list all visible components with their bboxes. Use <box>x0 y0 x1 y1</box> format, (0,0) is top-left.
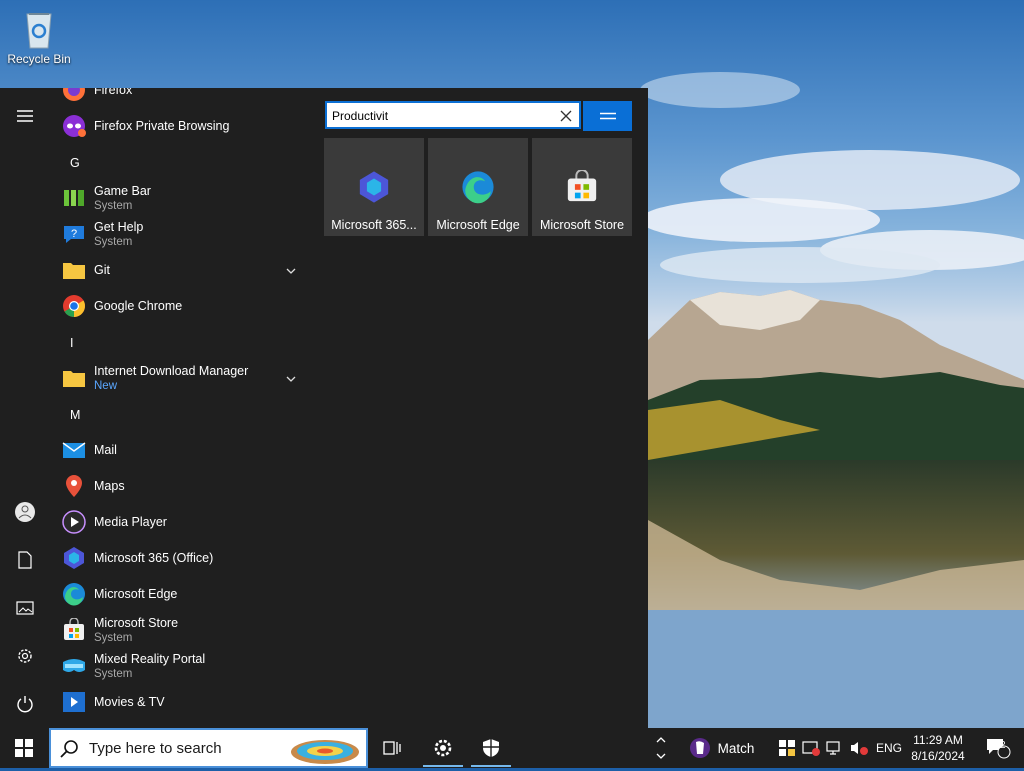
app-movies-tv[interactable]: Movies & TV <box>62 684 302 720</box>
taskbar-search-placeholder: Type here to search <box>89 740 222 757</box>
mail-icon <box>62 438 86 462</box>
map-pin-icon <box>62 474 86 498</box>
network-button[interactable] <box>824 728 846 768</box>
task-view-icon <box>383 741 401 755</box>
hamburger-menu-icon[interactable] <box>13 104 37 128</box>
app-microsoft-store[interactable]: Microsoft Store System <box>62 612 302 648</box>
movies-tv-icon <box>62 690 86 714</box>
tray-app-icon[interactable] <box>776 728 798 768</box>
result-label: Microsoft 365... <box>331 218 417 232</box>
get-help-icon: ? <box>62 222 86 246</box>
tray-defender-icon-button[interactable] <box>800 728 822 768</box>
search-icon <box>59 739 79 764</box>
letter-header-i[interactable]: I <box>70 336 73 350</box>
app-get-help[interactable]: ? Get Help System <box>62 216 302 252</box>
letter-header-g[interactable]: G <box>70 156 80 170</box>
clock-date: 8/16/2024 <box>911 749 965 763</box>
gear-icon <box>434 739 452 757</box>
clock[interactable]: 11:29 AM 8/16/2024 <box>905 732 971 764</box>
letter-header-m[interactable]: M <box>70 408 80 422</box>
clock-time: 11:29 AM <box>913 733 963 747</box>
app-firefox-private[interactable]: Firefox Private Browsing <box>62 108 302 144</box>
recycle-bin-icon <box>19 6 59 50</box>
folder-icon <box>62 366 86 390</box>
result-label: Microsoft Edge <box>436 218 520 232</box>
new-badge: New <box>94 379 118 392</box>
taskbar-settings-button[interactable] <box>420 728 466 768</box>
settings-gear-icon[interactable] <box>13 644 37 668</box>
app-microsoft-365[interactable]: Microsoft 365 (Office) <box>62 540 302 576</box>
result-tile-microsoft-edge[interactable]: Microsoft Edge <box>428 138 528 236</box>
chrome-icon <box>62 294 86 318</box>
mixed-reality-headset-icon <box>62 654 86 678</box>
microsoft-365-icon <box>62 546 86 570</box>
store-bag-icon <box>565 169 599 204</box>
premier-league-icon <box>689 738 710 758</box>
app-folder-idm[interactable]: Internet Download Manager New <box>62 360 302 396</box>
app-mail[interactable]: Mail <box>62 432 302 468</box>
recycle-bin-desktop-icon[interactable]: Recycle Bin <box>6 6 72 66</box>
taskbar-security-button[interactable] <box>468 728 514 768</box>
show-hidden-icons-button[interactable] <box>648 728 674 768</box>
edge-icon <box>62 582 86 606</box>
app-microsoft-edge[interactable]: Microsoft Edge <box>62 576 302 612</box>
shield-icon <box>483 739 499 757</box>
microsoft-365-icon <box>357 170 391 204</box>
start-search-input[interactable] <box>332 107 552 125</box>
start-rail <box>0 88 50 728</box>
app-google-chrome[interactable]: Google Chrome <box>62 288 302 324</box>
active-indicator <box>423 765 463 767</box>
volume-muted-icon <box>851 742 868 755</box>
start-search-box[interactable] <box>325 101 581 129</box>
clear-search-icon[interactable] <box>559 109 573 123</box>
notification-icon <box>987 739 1011 759</box>
app-folder-git[interactable]: Git <box>62 252 302 288</box>
result-tile-microsoft-store[interactable]: Microsoft Store <box>532 138 632 236</box>
folder-icon <box>62 258 86 282</box>
app-game-bar[interactable]: Game Bar System <box>62 180 302 216</box>
search-highlight-icon <box>288 732 362 766</box>
active-indicator <box>471 765 511 767</box>
media-player-icon <box>62 510 86 534</box>
user-account-icon[interactable] <box>13 500 37 524</box>
notification-count-badge: 2 <box>1000 740 1006 751</box>
task-view-button[interactable] <box>369 728 415 768</box>
edge-icon <box>461 170 495 204</box>
chevron-up-down-icon <box>656 737 666 759</box>
app-maps[interactable]: Maps <box>62 468 302 504</box>
defender-warning-icon <box>802 741 820 756</box>
taskbar: Type here to search Match ENG 11:29 AM 8… <box>0 728 1024 768</box>
taskbar-search-box[interactable]: Type here to search <box>49 728 368 768</box>
chevron-down-icon[interactable] <box>286 262 296 280</box>
volume-button[interactable] <box>848 728 870 768</box>
start-button[interactable] <box>0 728 48 768</box>
game-bar-icon <box>62 186 86 210</box>
notification-center-button[interactable]: 2 <box>976 728 1020 768</box>
language-indicator[interactable]: ENG <box>876 741 902 755</box>
store-bag-icon <box>62 618 86 642</box>
equals-icon <box>599 112 616 120</box>
windows-security-tray-icon <box>779 740 795 756</box>
firefox-icon <box>62 88 86 102</box>
start-menu: Firefox Firefox Private Browsing G Game … <box>0 88 648 728</box>
documents-icon[interactable] <box>13 548 37 572</box>
app-media-player[interactable]: Media Player <box>62 504 302 540</box>
app-mixed-reality-portal[interactable]: Mixed Reality Portal System <box>62 648 302 684</box>
windows-logo-icon <box>15 739 33 757</box>
result-label: Microsoft Store <box>539 218 625 232</box>
weather-label: Match <box>717 740 755 756</box>
chevron-down-icon[interactable] <box>286 370 296 388</box>
search-options-button[interactable] <box>583 101 632 131</box>
result-tile-microsoft-365[interactable]: Microsoft 365... <box>324 138 424 236</box>
network-icon <box>826 741 840 755</box>
power-icon[interactable] <box>13 692 37 716</box>
firefox-private-icon <box>62 114 86 138</box>
all-apps-list: Firefox Firefox Private Browsing G Game … <box>50 88 310 728</box>
svg-text:?: ? <box>71 228 77 240</box>
pictures-icon[interactable] <box>13 596 37 620</box>
app-firefox[interactable]: Firefox <box>62 88 302 108</box>
weather-widget[interactable]: Match <box>676 728 766 768</box>
recycle-bin-label: Recycle Bin <box>7 52 71 66</box>
